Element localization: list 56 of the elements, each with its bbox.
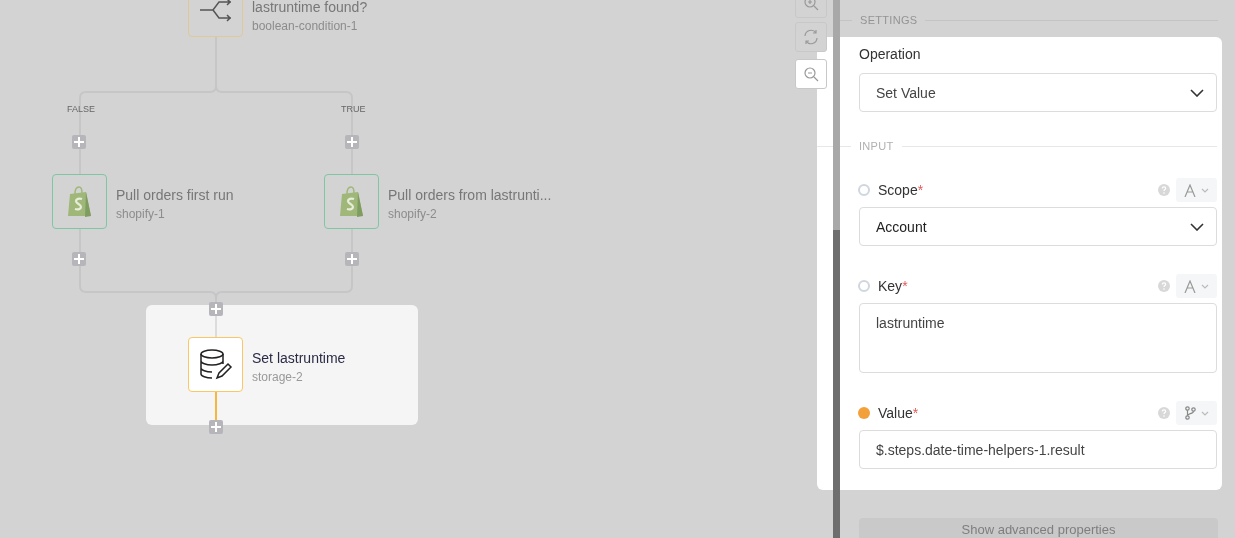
branch-label: FALSE	[67, 104, 95, 114]
mode-dropdown[interactable]	[1176, 401, 1217, 425]
add-step-button[interactable]	[345, 135, 359, 149]
step-id: storage-2	[252, 370, 304, 384]
split-arrow-icon	[198, 0, 233, 22]
step-title: Set lastruntime	[252, 350, 346, 366]
step-node[interactable]	[324, 174, 379, 229]
scope-select[interactable]: Account	[859, 207, 1217, 246]
step-node[interactable]	[52, 174, 107, 229]
add-step-button[interactable]	[72, 135, 86, 149]
step-title: lastruntime found?	[252, 0, 368, 15]
caret-icon	[1201, 187, 1209, 193]
shopping-bag-icon	[337, 185, 366, 218]
add-step-button[interactable]	[209, 420, 223, 434]
connector-line	[215, 391, 217, 421]
caret-icon	[1201, 283, 1209, 289]
caret-icon	[1200, 410, 1209, 416]
branch-label: TRUE	[341, 104, 366, 114]
step-id: shopify-1	[116, 207, 166, 221]
scrollbar[interactable]	[833, 0, 840, 538]
mapping-indicator[interactable]	[858, 184, 870, 196]
section-label: INPUT	[859, 140, 894, 152]
add-step-button[interactable]	[209, 302, 223, 316]
mode-dropdown[interactable]	[1176, 274, 1217, 298]
section-label: SETTINGS	[860, 14, 918, 26]
field-label: Key*	[878, 278, 908, 294]
value-input[interactable]: $.steps.date-time-helpers-1.result	[859, 430, 1217, 469]
step-id: shopify-2	[388, 207, 438, 221]
chevron-down-icon	[1190, 222, 1204, 231]
key-textarea[interactable]: lastruntime	[859, 303, 1217, 373]
field-label: Scope*	[878, 182, 924, 198]
help-icon[interactable]	[1158, 407, 1170, 419]
refresh-button[interactable]	[795, 22, 827, 52]
refresh-icon	[803, 29, 819, 45]
chevron-down-icon	[1190, 88, 1204, 97]
zoom-out-icon	[803, 66, 819, 82]
mode-dropdown[interactable]	[1176, 178, 1217, 202]
step-title: Pull orders first run	[116, 187, 234, 203]
field-label: Value*	[878, 405, 919, 421]
step-title: Pull orders from lastrunti...	[388, 187, 552, 203]
shopping-bag-icon	[65, 185, 94, 218]
text-mode-icon	[1184, 183, 1196, 197]
add-step-button[interactable]	[72, 252, 86, 266]
help-icon[interactable]	[1158, 184, 1170, 196]
database-pencil-icon	[198, 348, 233, 381]
mapping-indicator[interactable]	[858, 280, 870, 292]
step-node[interactable]	[188, 337, 243, 392]
mapping-indicator[interactable]	[858, 407, 870, 419]
branch-icon	[1184, 406, 1196, 420]
field-label: Operation	[859, 46, 922, 62]
zoom-out-button[interactable]	[795, 59, 827, 89]
operation-select[interactable]: Set Value	[859, 73, 1217, 112]
add-step-button[interactable]	[345, 252, 359, 266]
help-icon[interactable]	[1158, 280, 1170, 292]
text-mode-icon	[1184, 279, 1196, 293]
step-id: boolean-condition-1	[252, 19, 359, 33]
